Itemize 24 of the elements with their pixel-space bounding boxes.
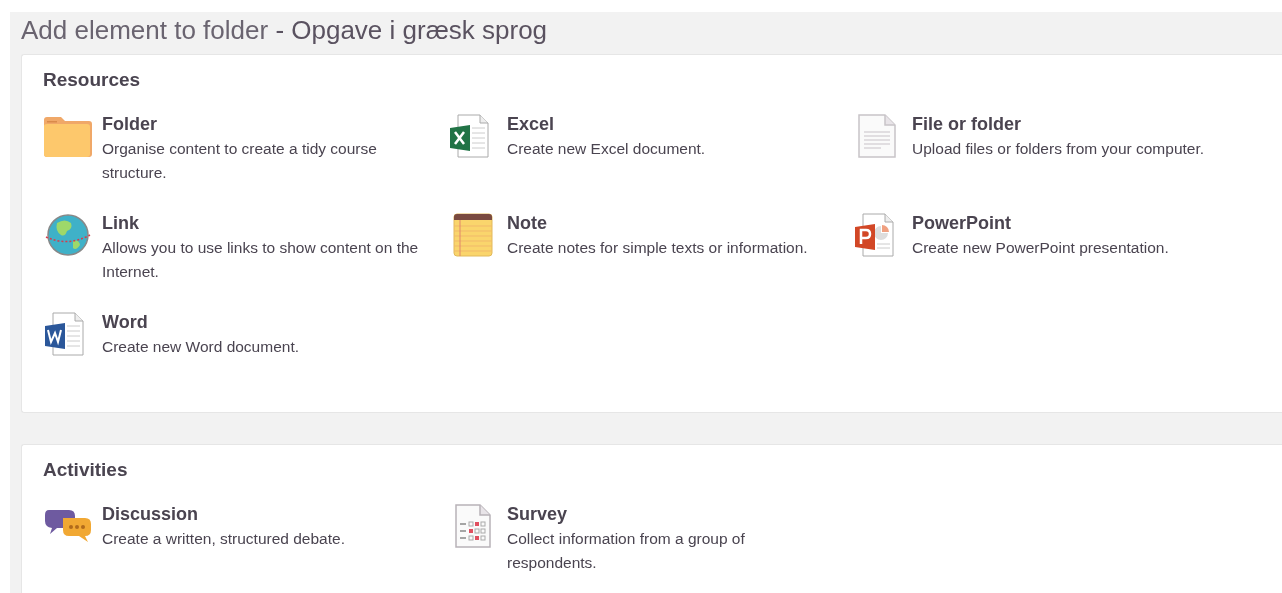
element-type-link[interactable]: Excel (507, 113, 555, 135)
element-type-link[interactable]: PowerPoint (912, 212, 1011, 234)
element-type-link[interactable]: File or folder (912, 113, 1021, 135)
element-type-description: Organise content to create a tidy course structure. (102, 139, 378, 183)
element-type-description: Upload files or folders from your computer. (912, 139, 1206, 159)
title-separator: - (274, 15, 286, 45)
element-type-description: Create new PowerPoint presentation. (912, 238, 1170, 258)
element-type-link[interactable]: Survey (507, 503, 568, 525)
element-type-link[interactable]: Link (102, 212, 139, 234)
folder-name: Opgave i græsk sprog (291, 15, 548, 45)
element-type-link[interactable]: Note (507, 212, 547, 234)
element-type-link[interactable]: Folder (102, 113, 157, 135)
page-title: Add element to folder (21, 15, 269, 45)
element-type-description: Create a written, structured debate. (102, 529, 346, 549)
section-heading: Resources (43, 69, 142, 91)
element-type-description: Collect information from a group of respondents. (507, 529, 746, 573)
element-type-link[interactable]: Discussion (102, 503, 199, 525)
element-type-description: Allows you to use links to show content on the Internet. (102, 238, 420, 282)
element-type-description: Create notes for simple texts or information. (507, 238, 809, 258)
element-type-link[interactable]: Word (102, 311, 148, 333)
element-type-description: Create new Word document. (102, 337, 300, 357)
globe-icon[interactable] (43, 213, 93, 257)
element-type-description: Create new Excel document. (507, 139, 707, 159)
section-heading: Activities (43, 459, 129, 481)
